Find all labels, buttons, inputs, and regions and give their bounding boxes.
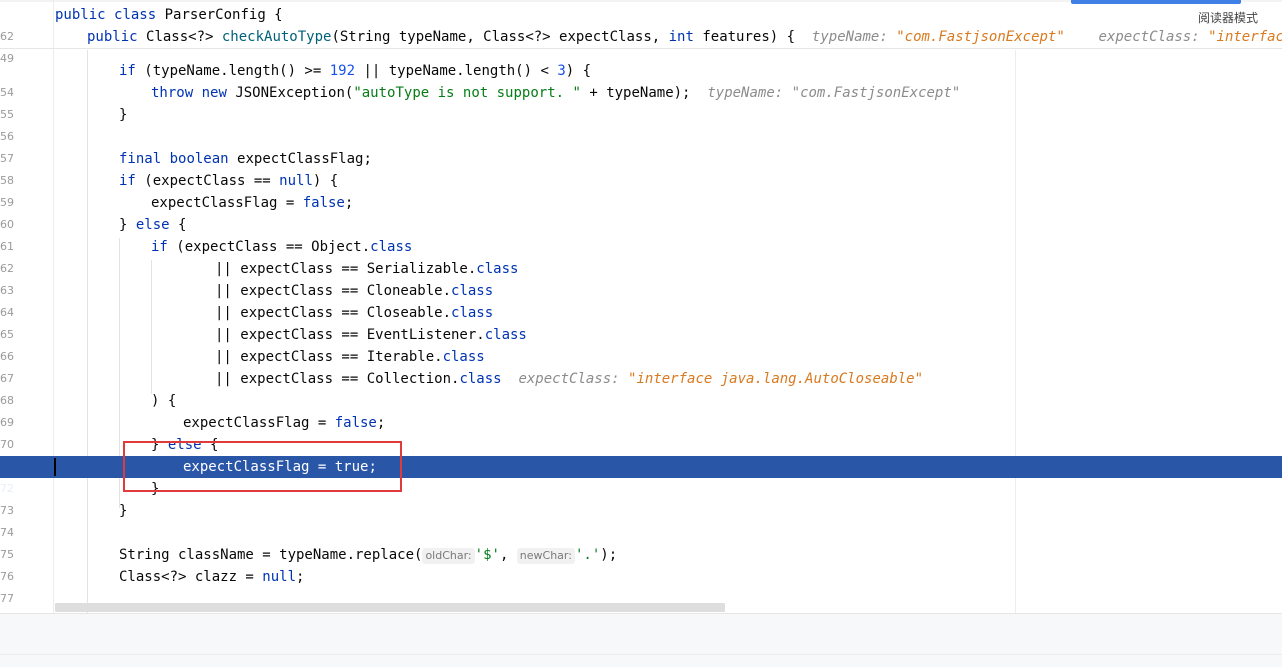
sticky-line[interactable]: 49 public Class<?> checkAutoType(String … bbox=[0, 26, 1282, 65]
code-line[interactable]: 56 } bbox=[0, 104, 1282, 143]
code-line[interactable]: 58 final boolean expectClassFlag; bbox=[0, 148, 1282, 187]
code-line[interactable]: 60 expectClassFlag = false; bbox=[0, 192, 1282, 231]
sticky-lines-divider bbox=[0, 48, 1282, 49]
code-line[interactable]: 57 bbox=[0, 126, 1282, 165]
selected-code-line[interactable]: 72 expectClassFlag = true; bbox=[0, 456, 1282, 495]
inlay-hint: expectClass: "interface java. bbox=[1098, 29, 1282, 45]
sticky-line[interactable]: 62 public class ParserConfig { bbox=[0, 4, 1282, 43]
panel-divider bbox=[0, 654, 1282, 655]
code-line[interactable]: 75 bbox=[0, 522, 1282, 561]
text-caret bbox=[54, 458, 56, 476]
code-editor[interactable]: 阅读器模式 62 public class ParserConfig { 49 … bbox=[0, 0, 1282, 613]
code-line[interactable]: 77 Class<?> clazz = null; bbox=[0, 566, 1282, 605]
code-line[interactable]: 74 } bbox=[0, 500, 1282, 539]
code-line[interactable]: 70 expectClassFlag = false; bbox=[0, 412, 1282, 451]
code-line[interactable]: 65 || expectClass == Closeable.class bbox=[0, 302, 1282, 341]
bottom-panel bbox=[0, 613, 1282, 667]
parameter-hint: newChar: bbox=[516, 548, 575, 564]
code-line[interactable]: 73 } bbox=[0, 478, 1282, 517]
inlay-hint: typeName: "com.FastjsonExcept" bbox=[811, 29, 1065, 45]
inlay-hint: typeName: "com.FastjsonExcept" bbox=[707, 85, 961, 101]
code-line[interactable]: 62 if (expectClass == Object.class bbox=[0, 236, 1282, 275]
code-line[interactable]: 59 if (expectClass == null) { bbox=[0, 170, 1282, 209]
code-line[interactable]: 55 throw new JSONException("autoType is … bbox=[0, 82, 1282, 121]
horizontal-scrollbar-thumb[interactable] bbox=[55, 603, 725, 612]
code-line[interactable]: 61 } else { bbox=[0, 214, 1282, 253]
code-line[interactable]: 66 || expectClass == EventListener.class bbox=[0, 324, 1282, 363]
code-line[interactable]: 76 String className = typeName.replace(o… bbox=[0, 544, 1282, 583]
code-line[interactable]: 67 || expectClass == Iterable.class bbox=[0, 346, 1282, 385]
code-line[interactable]: 64 || expectClass == Cloneable.class bbox=[0, 280, 1282, 319]
code-line[interactable]: 54 if (typeName.length() >= 192 || typeN… bbox=[0, 60, 1282, 99]
inlay-hint: expectClass: "interface java.lang.AutoCl… bbox=[518, 371, 924, 387]
parameter-hint: oldChar: bbox=[422, 548, 475, 564]
code-line[interactable]: 63 || expectClass == Serializable.class bbox=[0, 258, 1282, 297]
code-line[interactable]: 69 ) { bbox=[0, 390, 1282, 429]
code-line[interactable]: 68 || expectClass == Collection.class ex… bbox=[0, 368, 1282, 407]
code-line[interactable]: 71 } else { bbox=[0, 434, 1282, 473]
